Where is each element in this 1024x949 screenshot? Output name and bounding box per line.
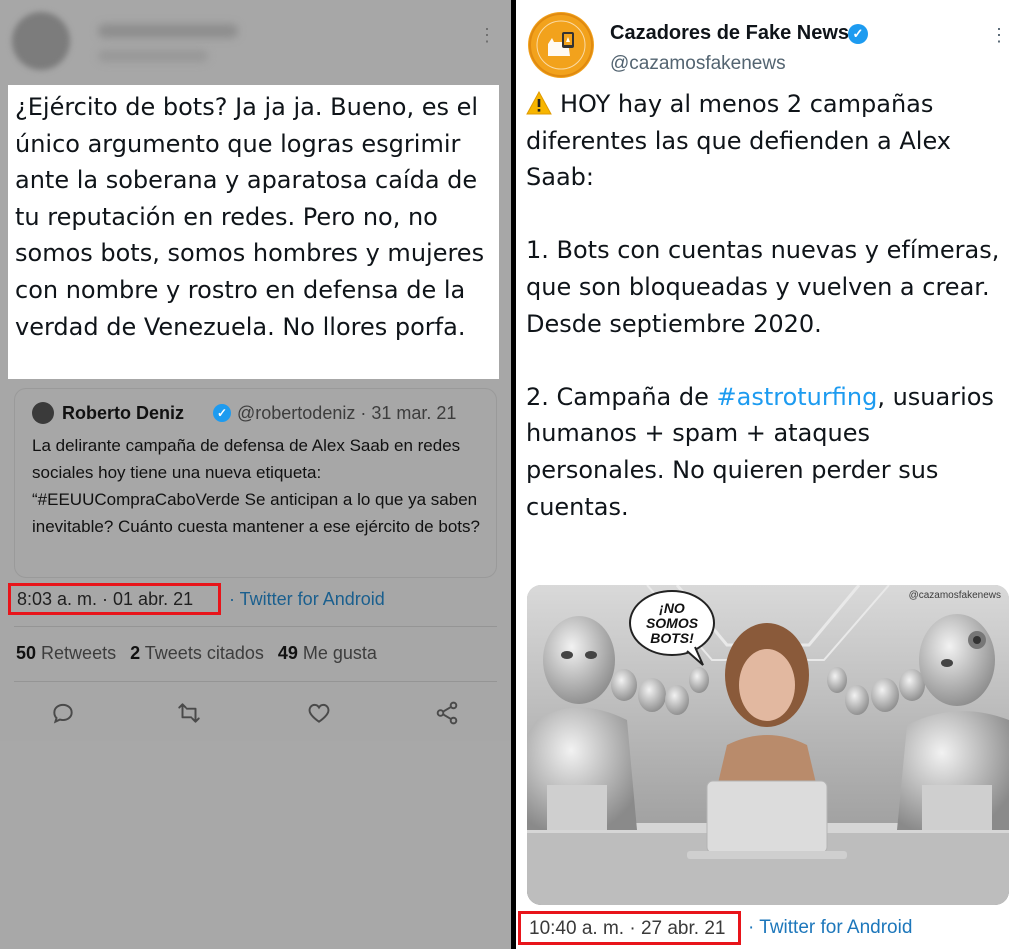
quoted-handle-date: @robertodeniz · 31 mar. 21 bbox=[237, 403, 457, 423]
quotes-stat[interactable]: 2 Tweets citados bbox=[130, 643, 264, 663]
account-handle[interactable]: @cazamosfakenews bbox=[610, 53, 786, 75]
tweet-body-text: ¿Ejército de bots? Ja ja ja. Bueno, es e… bbox=[15, 93, 485, 341]
quoted-avatar bbox=[32, 402, 54, 424]
quoted-author-name: Roberto Deniz bbox=[62, 403, 185, 423]
divider bbox=[14, 626, 497, 627]
retweet-icon[interactable] bbox=[176, 700, 202, 726]
more-options-icon[interactable]: ⋮ bbox=[478, 24, 496, 46]
blurred-username bbox=[98, 50, 208, 62]
likes-stat[interactable]: 49 Me gusta bbox=[278, 643, 377, 663]
more-options-icon[interactable]: ⋮ bbox=[990, 24, 1008, 46]
source-app-link[interactable]: · Twitter for Android bbox=[229, 589, 385, 610]
timestamp-highlight-box: 8:03 a. m. · 01 abr. 21 bbox=[8, 583, 221, 615]
svg-text:SOMOS: SOMOS bbox=[646, 615, 699, 631]
engagement-stats: 50 Retweets 2 Tweets citados 49 Me gusta bbox=[16, 643, 377, 664]
robots-illustration: ¡NO SOMOS BOTS! bbox=[527, 585, 1009, 905]
tweet-body-text: HOY hay al menos 2 campañas diferentes l… bbox=[526, 86, 1016, 525]
warning-icon bbox=[526, 89, 552, 115]
retweets-stat[interactable]: 50 Retweets bbox=[16, 643, 116, 663]
tweet-timestamp[interactable]: 10:40 a. m. · 27 abr. 21 bbox=[529, 918, 725, 940]
tweet-body-highlight: ¿Ejército de bots? Ja ja ja. Bueno, es e… bbox=[8, 85, 499, 379]
verified-badge-icon: ✓ bbox=[213, 404, 231, 422]
left-tweet-panel: ⋮ ¿Ejército de bots? Ja ja ja. Bueno, es… bbox=[0, 0, 511, 949]
tweet-timestamp[interactable]: 8:03 a. m. · 01 abr. 21 bbox=[17, 589, 193, 610]
paragraph-1: HOY hay al menos 2 campañas diferentes l… bbox=[526, 89, 951, 192]
divider bbox=[14, 681, 497, 682]
timestamp-highlight-box: 10:40 a. m. · 27 abr. 21 bbox=[518, 911, 741, 945]
quoted-tweet-text: La delirante campaña de defensa de Alex … bbox=[32, 436, 480, 536]
hashtag-link[interactable]: #astroturfing bbox=[717, 383, 878, 411]
reply-icon[interactable] bbox=[50, 700, 76, 726]
svg-text:BOTS!: BOTS! bbox=[650, 630, 694, 646]
share-icon[interactable] bbox=[434, 700, 460, 726]
account-avatar-logo[interactable] bbox=[528, 12, 594, 78]
right-tweet-panel: Cazadores de Fake News ✓ @cazamosfakenew… bbox=[516, 0, 1024, 949]
tweet-image[interactable]: ¡NO SOMOS BOTS! @cazamosfakenews bbox=[527, 585, 1009, 905]
paragraph-3: 2. Campaña de #astroturfing, usuarios hu… bbox=[526, 382, 994, 521]
source-app-link[interactable]: · Twitter for Android bbox=[748, 917, 912, 939]
like-icon[interactable] bbox=[306, 700, 332, 726]
paragraph-2: 1. Bots con cuentas nuevas y efímeras, q… bbox=[526, 236, 1000, 338]
svg-text:¡NO: ¡NO bbox=[659, 600, 685, 616]
blurred-display-name bbox=[98, 24, 238, 38]
image-watermark: @cazamosfakenews bbox=[908, 590, 1001, 601]
verified-badge-icon: ✓ bbox=[848, 24, 868, 44]
timeline-background bbox=[0, 741, 511, 949]
account-display-name[interactable]: Cazadores de Fake News bbox=[610, 22, 849, 45]
quoted-tweet[interactable]: Roberto Deniz ✓ @robertodeniz · 31 mar. … bbox=[14, 388, 497, 578]
blurred-avatar bbox=[12, 12, 70, 70]
